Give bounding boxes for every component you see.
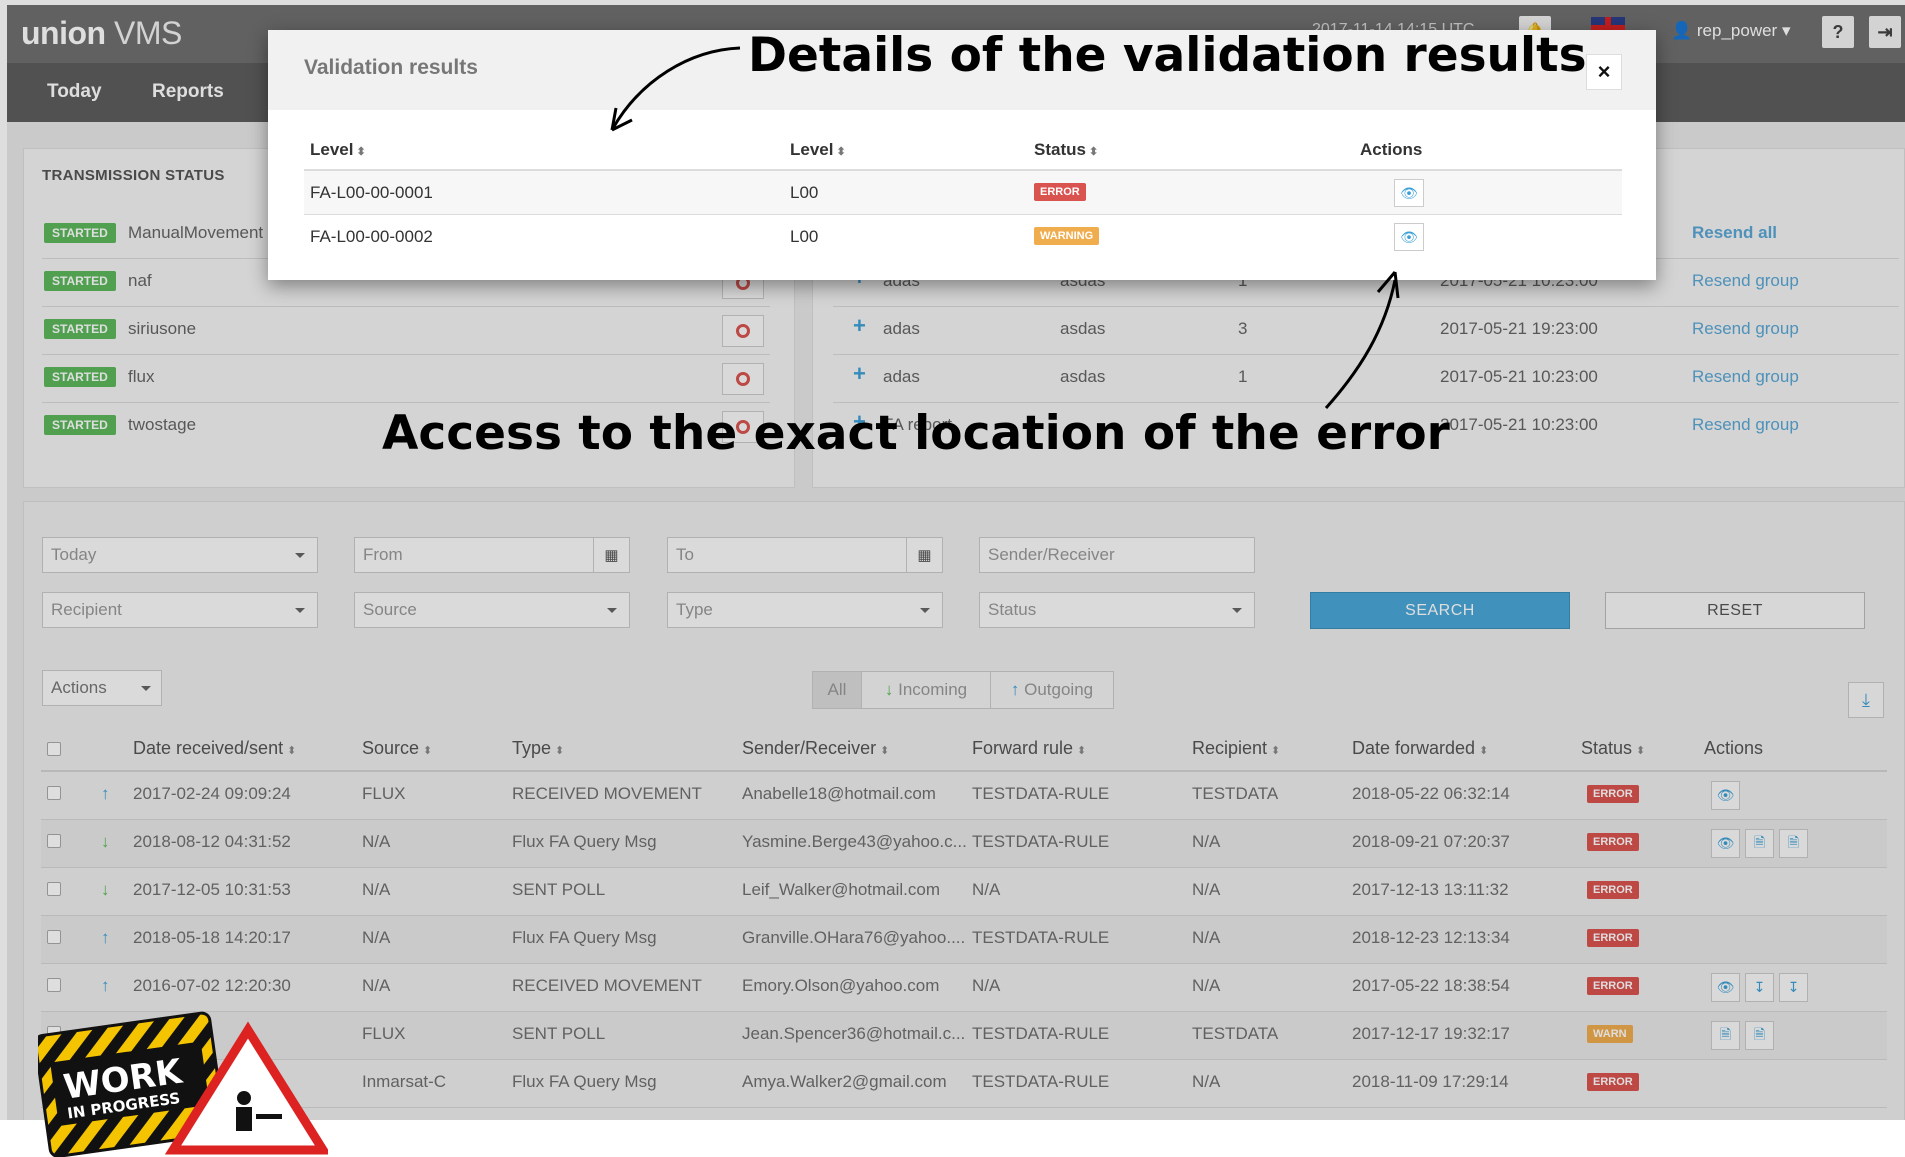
validation-id: FA-L00-00-0002 bbox=[310, 227, 433, 246]
annotation-top: Details of the validation results bbox=[748, 28, 1587, 83]
modal-title: Validation results bbox=[304, 56, 478, 79]
modal-col-level[interactable]: Level ⬍ bbox=[790, 140, 846, 160]
close-icon[interactable]: × bbox=[1586, 54, 1622, 90]
modal-col-actions: Actions bbox=[1360, 140, 1423, 159]
validation-level: L00 bbox=[790, 183, 819, 202]
status-badge: WARNING bbox=[1034, 227, 1100, 245]
validation-level: L00 bbox=[790, 227, 819, 246]
modal-col-level-id[interactable]: Level ⬍ bbox=[310, 140, 366, 160]
annotation-bottom: Access to the exact location of the erro… bbox=[382, 406, 1450, 461]
validation-row: FA-L00-00-0002 L00 WARNING 👁 bbox=[304, 215, 1622, 258]
work-in-progress-sign: WORK IN PROGRESS bbox=[38, 1011, 328, 1157]
view-eye-icon[interactable]: 👁 bbox=[1394, 179, 1424, 207]
status-badge: ERROR bbox=[1034, 183, 1086, 201]
modal-col-status[interactable]: Status ⬍ bbox=[1034, 140, 1098, 160]
view-eye-icon[interactable]: 👁 bbox=[1394, 223, 1424, 251]
validation-row: FA-L00-00-0001 L00 ERROR 👁 bbox=[304, 171, 1622, 214]
validation-id: FA-L00-00-0001 bbox=[310, 183, 433, 202]
